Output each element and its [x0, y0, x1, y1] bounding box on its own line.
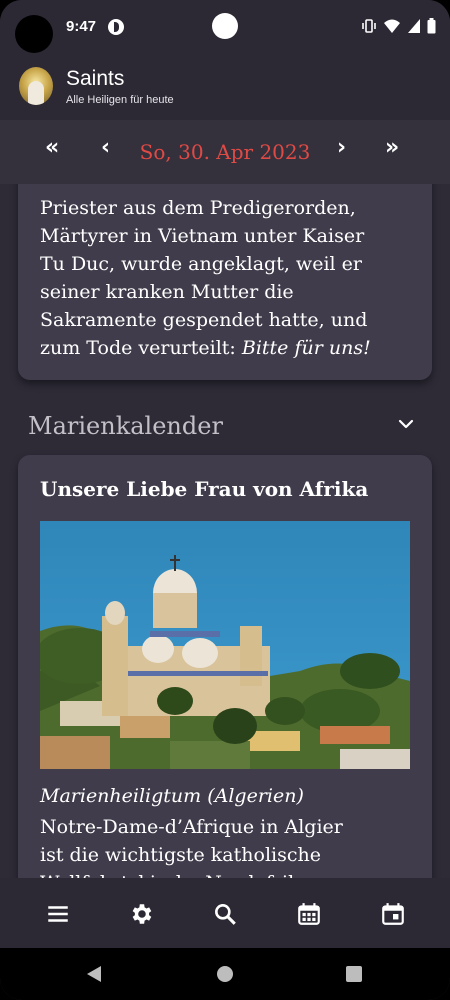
content-scroll[interactable]: Priester aus dem Predigerorden, Märtyrer… [0, 184, 450, 878]
next-date-button[interactable]: › [337, 137, 346, 159]
vibrate-icon [362, 19, 376, 33]
section-heading-marienkalender[interactable]: Marienkalender [28, 412, 223, 440]
status-time: 9:47 [66, 18, 97, 35]
saint-text-last-line: zum Tode verurteilt: Bitte für uns! [40, 334, 420, 362]
marian-text-line: Wallfahrtskirche Nordafrikas [40, 869, 420, 878]
notification-app-icon [108, 19, 124, 35]
app-logo [19, 67, 53, 105]
app-title: Saints [66, 67, 125, 90]
calendar-month-icon[interactable] [296, 901, 322, 927]
saint-text-line: Tu Duc, wurde angeklagt, weil er [40, 253, 362, 275]
saint-card[interactable]: Priester aus dem Predigerorden, Märtyrer… [18, 184, 432, 380]
saint-text-line: Märtyrer in Vietnam unter Kaiser [40, 225, 365, 247]
marian-description: Notre-Dame-d’Afrique in Algier ist die w… [40, 813, 420, 878]
home-icon[interactable] [217, 966, 233, 982]
search-icon[interactable] [212, 901, 238, 927]
current-date[interactable]: So, 30. Apr 2023 [0, 140, 450, 164]
app-subtitle: Alle Heiligen für heute [66, 94, 174, 106]
marian-card[interactable]: Unsere Liebe Frau von Afrika Marienheili… [18, 455, 432, 878]
recent-apps-icon[interactable] [346, 966, 362, 982]
saint-text-line: seiner kranken Mutter die [40, 281, 294, 303]
marian-text-line: ist die wichtigste katholische [40, 844, 321, 866]
marian-text-line: Notre-Dame-d’Afrique in Algier [40, 816, 343, 838]
saint-text-line: Sakramente gespendet hatte, und [40, 309, 368, 331]
date-navigation: « ‹ So, 30. Apr 2023 › » [0, 120, 450, 186]
prayer-invocation: Bitte für uns! [241, 337, 371, 359]
signal-icon [408, 19, 420, 33]
marian-card-title: Unsere Liebe Frau von Afrika [40, 477, 369, 501]
marian-subtitle: Marienheiligtum (Algerien) [40, 785, 304, 807]
saint-description: Priester aus dem Predigerorden, Märtyrer… [40, 194, 420, 362]
saint-text-line: Priester aus dem Predigerorden, [40, 197, 356, 219]
settings-icon[interactable] [128, 901, 154, 927]
wifi-icon [384, 19, 400, 33]
saint-text-prefix: zum Tode verurteilt: [40, 337, 242, 359]
bottom-navigation [0, 878, 450, 948]
status-icons [361, 18, 436, 34]
menu-icon[interactable] [45, 901, 71, 927]
back-icon[interactable] [86, 965, 102, 983]
status-center-dot [212, 13, 238, 39]
chevron-down-icon[interactable] [398, 418, 414, 430]
calendar-today-icon[interactable] [380, 901, 406, 927]
last-date-button[interactable]: » [385, 137, 399, 159]
basilica-photo [40, 521, 410, 769]
app-bar: Saints Alle Heiligen für heute [0, 56, 450, 120]
status-bar: 9:47 [0, 0, 450, 56]
system-navigation-bar [0, 948, 450, 1000]
battery-icon [427, 18, 436, 34]
phone-screen: 9:47 Saints Alle Heiligen für heute « ‹ … [0, 0, 450, 1000]
camera-cutout [15, 15, 53, 53]
